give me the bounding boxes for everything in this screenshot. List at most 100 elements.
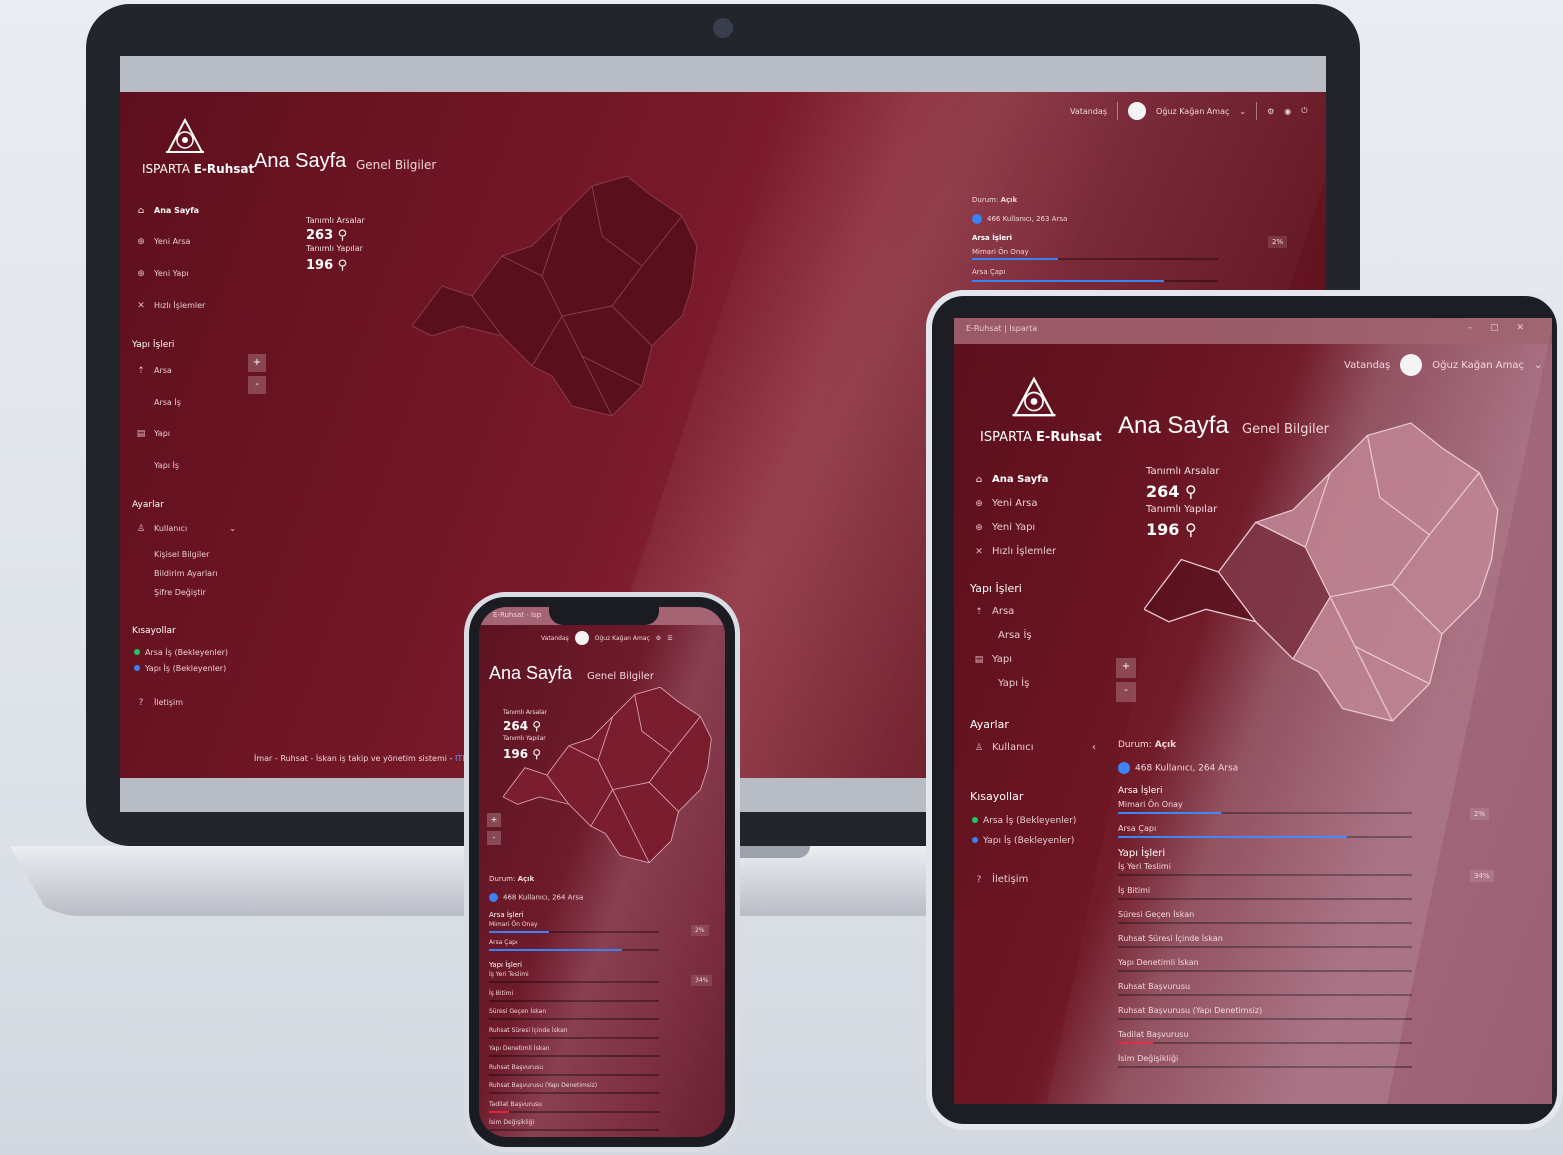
sidebar-item-arsa[interactable]: ⇡ Arsa	[136, 366, 172, 376]
sidebar-item-new-building[interactable]: ⊕ Yeni Yapı	[136, 269, 188, 279]
progress-row[interactable]: İş Bitimi	[489, 990, 659, 1002]
sidebar-item-yapi-is[interactable]: Yapı İş	[998, 678, 1029, 689]
avatar[interactable]	[1400, 354, 1423, 376]
zoom-out-button[interactable]: -	[487, 831, 501, 845]
progress-track	[1118, 1042, 1412, 1044]
sidebar-item-quick-ops[interactable]: ✕ Hızlı İşlemler	[974, 546, 1056, 557]
progress-row[interactable]: Süresi Geçen İskan	[1118, 910, 1412, 924]
sidebar-item-yapi[interactable]: ▤ Yapı	[974, 654, 1012, 665]
progress-track	[489, 999, 659, 1002]
progress-row[interactable]: Ruhsat Başvurusu	[1118, 982, 1412, 996]
shortcut-yapi[interactable]: Yapı İş (Bekleyenler)	[972, 836, 1074, 846]
progress-row[interactable]: Yapı Denetimli İskan	[1118, 958, 1412, 972]
progress-track	[1118, 874, 1412, 876]
progress-row[interactable]: Ruhsat Başvurusu	[489, 1064, 659, 1076]
progress-row[interactable]: Ruhsat Başvurusu (Yapı Denetimsiz)	[489, 1082, 659, 1094]
status-dot	[134, 665, 140, 671]
progress-track	[489, 1055, 659, 1057]
power-icon[interactable]: ⏻	[1301, 106, 1307, 116]
district-map[interactable]	[1144, 422, 1504, 722]
zoom-in-button[interactable]: +	[1116, 658, 1136, 678]
progress-row[interactable]: Mimari Ön Onay	[489, 921, 659, 933]
sidebar-item-home[interactable]: ⌂ Ana Sayfa	[974, 474, 1049, 485]
info-icon	[972, 214, 982, 224]
sidebar-item-notif[interactable]: Bildirim Ayarları	[154, 569, 218, 578]
progress-track	[1118, 812, 1412, 814]
yapi-percent-badge: 34%	[1470, 870, 1494, 882]
chevron-down-icon[interactable]: ⌄	[1534, 360, 1542, 371]
sidebar-item-personal[interactable]: Kişisel Bilgiler	[154, 550, 209, 559]
progress-fill	[1118, 836, 1348, 838]
district-map[interactable]	[503, 687, 715, 863]
sidebar-item-quick-ops[interactable]: ✕ Hızlı İşlemler	[136, 301, 205, 311]
home-icon: ⌂	[975, 475, 983, 485]
sidebar-item-arsa-is[interactable]: Arsa İş	[154, 398, 181, 407]
zoom-out-button[interactable]: -	[248, 376, 266, 394]
user-menu[interactable]: Oğuz Kağan Amaç	[595, 635, 650, 642]
sidebar-item-yapi[interactable]: ▤ Yapı	[136, 429, 170, 439]
progress-row[interactable]: İş Yeri Teslimi	[1118, 862, 1412, 876]
progress-track	[489, 1018, 659, 1020]
chevron-down-icon[interactable]: ⌄	[1239, 107, 1246, 116]
progress-row[interactable]: İsim Değişikliği	[489, 1119, 659, 1131]
user-icon: ♙	[974, 743, 984, 753]
zoom-in-button[interactable]: +	[248, 354, 266, 372]
hamburger-icon[interactable]: ☰	[667, 635, 672, 642]
status-label: Durum:	[1118, 740, 1152, 750]
shortcut-yapi[interactable]: Yapı İş (Bekleyenler)	[134, 664, 226, 673]
zoom-in-button[interactable]: +	[487, 813, 501, 827]
sidebar-item-contact[interactable]: ? İletişim	[974, 874, 1029, 885]
progress-row[interactable]: Arsa Çapı	[1118, 824, 1412, 838]
progress-label: Tadilat Başvurusu	[1118, 1030, 1189, 1039]
progress-row[interactable]: Ruhsat Süresi İçinde İskan	[1118, 934, 1412, 948]
progress-row[interactable]: İsim Değişikliği	[1118, 1054, 1412, 1068]
isparta-logo	[166, 118, 204, 153]
sidebar-item-new-building[interactable]: ⊕ Yeni Yapı	[974, 522, 1035, 533]
sidebar-item-arsa-is[interactable]: Arsa İş	[998, 630, 1032, 641]
progress-row[interactable]: Ruhsat Süresi İçinde İskan	[489, 1027, 659, 1039]
globe-icon[interactable]: ◉	[1284, 107, 1291, 116]
user-menu[interactable]: Oğuz Kağan Amaç	[1432, 360, 1524, 371]
sidebar-item-user[interactable]: ♙ Kullanıcı ⌄	[136, 524, 236, 534]
progress-row[interactable]: İş Bitimi	[1118, 886, 1412, 900]
progress-row[interactable]: Mimari Ön Onay	[1118, 800, 1412, 814]
progress-row[interactable]: Tadilat Başvurusu	[489, 1101, 659, 1113]
progress-row[interactable]: Ruhsat Başvurusu (Yapı Denetimsiz)	[1118, 1006, 1412, 1020]
divider	[1117, 102, 1119, 120]
sidebar-item-new-land[interactable]: ⊕ Yeni Arsa	[136, 237, 190, 247]
sidebar-item-contact[interactable]: ? İletişim	[136, 698, 183, 708]
sidebar-item-home[interactable]: ⌂ Ana Sayfa	[136, 206, 199, 216]
phone-screen: E-Ruhsat - Isp Vatandaş Oğuz Kağan Amaç …	[479, 607, 725, 1137]
sidebar-item-label: Kullanıcı	[992, 742, 1034, 753]
progress-label: Arsa Çapı	[1118, 824, 1157, 833]
progress-row[interactable]: İş Yeri Teslimi	[489, 971, 659, 983]
sidebar-item-yapi-is[interactable]: Yapı İş	[154, 461, 179, 470]
brand-suffix: E-Ruhsat	[1036, 430, 1102, 445]
sidebar-item-new-land[interactable]: ⊕ Yeni Arsa	[974, 498, 1037, 509]
sidebar-item-label: Ana Sayfa	[154, 206, 200, 215]
window-controls[interactable]: –▢✕	[1467, 323, 1542, 333]
avatar[interactable]	[574, 631, 589, 645]
avatar[interactable]	[1128, 102, 1147, 120]
sidebar-item-user[interactable]: ♙ Kullanıcı ‹	[974, 742, 1096, 753]
gear-icon[interactable]: ⚙	[656, 635, 661, 642]
user-menu[interactable]: Oğuz Kağan Amaç	[1156, 107, 1229, 116]
gear-icon[interactable]: ⚙	[1267, 107, 1274, 116]
shortcut-arsa[interactable]: Arsa İş (Bekleyenler)	[972, 816, 1076, 826]
progress-label: Mimari Ön Onay	[972, 248, 1029, 256]
page-subtitle: Genel Bilgiler	[587, 671, 654, 682]
progress-row[interactable]: Arsa Çapı	[489, 939, 659, 951]
section-yapi: Yapı İşleri	[132, 340, 175, 350]
shortcut-label: Yapı İş (Bekleyenler)	[145, 664, 227, 673]
progress-row[interactable]: Tadilat Başvurusu	[1118, 1030, 1412, 1044]
sidebar-item-arsa[interactable]: ⇡ Arsa	[974, 606, 1014, 617]
progress-row[interactable]: Yapı Denetimli İskan	[489, 1045, 659, 1057]
webcam	[713, 18, 733, 38]
zoom-out-button[interactable]: -	[1116, 682, 1136, 702]
sidebar-item-label: Arsa	[154, 366, 172, 375]
district-map[interactable]	[412, 176, 702, 416]
sidebar-item-password[interactable]: Şifre Değiştir	[154, 588, 206, 597]
page-title: Ana Sayfa	[489, 663, 573, 683]
progress-row[interactable]: Süresi Geçen İskan	[489, 1008, 659, 1020]
shortcut-arsa[interactable]: Arsa İş (Bekleyenler)	[134, 648, 228, 657]
